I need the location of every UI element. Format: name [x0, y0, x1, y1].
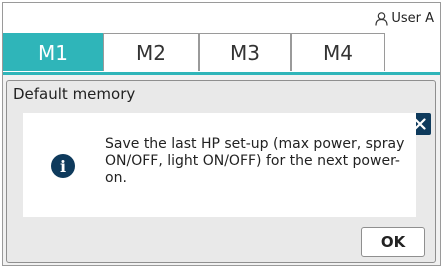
user-indicator[interactable]: User A [375, 11, 434, 26]
tab-m4[interactable]: M4 [291, 33, 385, 71]
info-icon: i [51, 154, 75, 178]
user-icon [375, 11, 388, 26]
dialog-title: Default memory [13, 85, 136, 103]
dialog-message: Save the last HP set-up (max power, spra… [105, 136, 405, 186]
ok-button[interactable]: OK [361, 227, 425, 257]
tab-m2[interactable]: M2 [103, 33, 199, 71]
tab-m3[interactable]: M3 [199, 33, 291, 71]
tab-m1[interactable]: M1 [3, 33, 103, 71]
user-name: User A [391, 11, 434, 26]
default-memory-dialog: Default memory i Save the last HP set-up… [6, 80, 436, 263]
message-panel: i Save the last HP set-up (max power, sp… [23, 113, 416, 217]
memory-tabs: M1 M2 M3 M4 [3, 33, 440, 75]
